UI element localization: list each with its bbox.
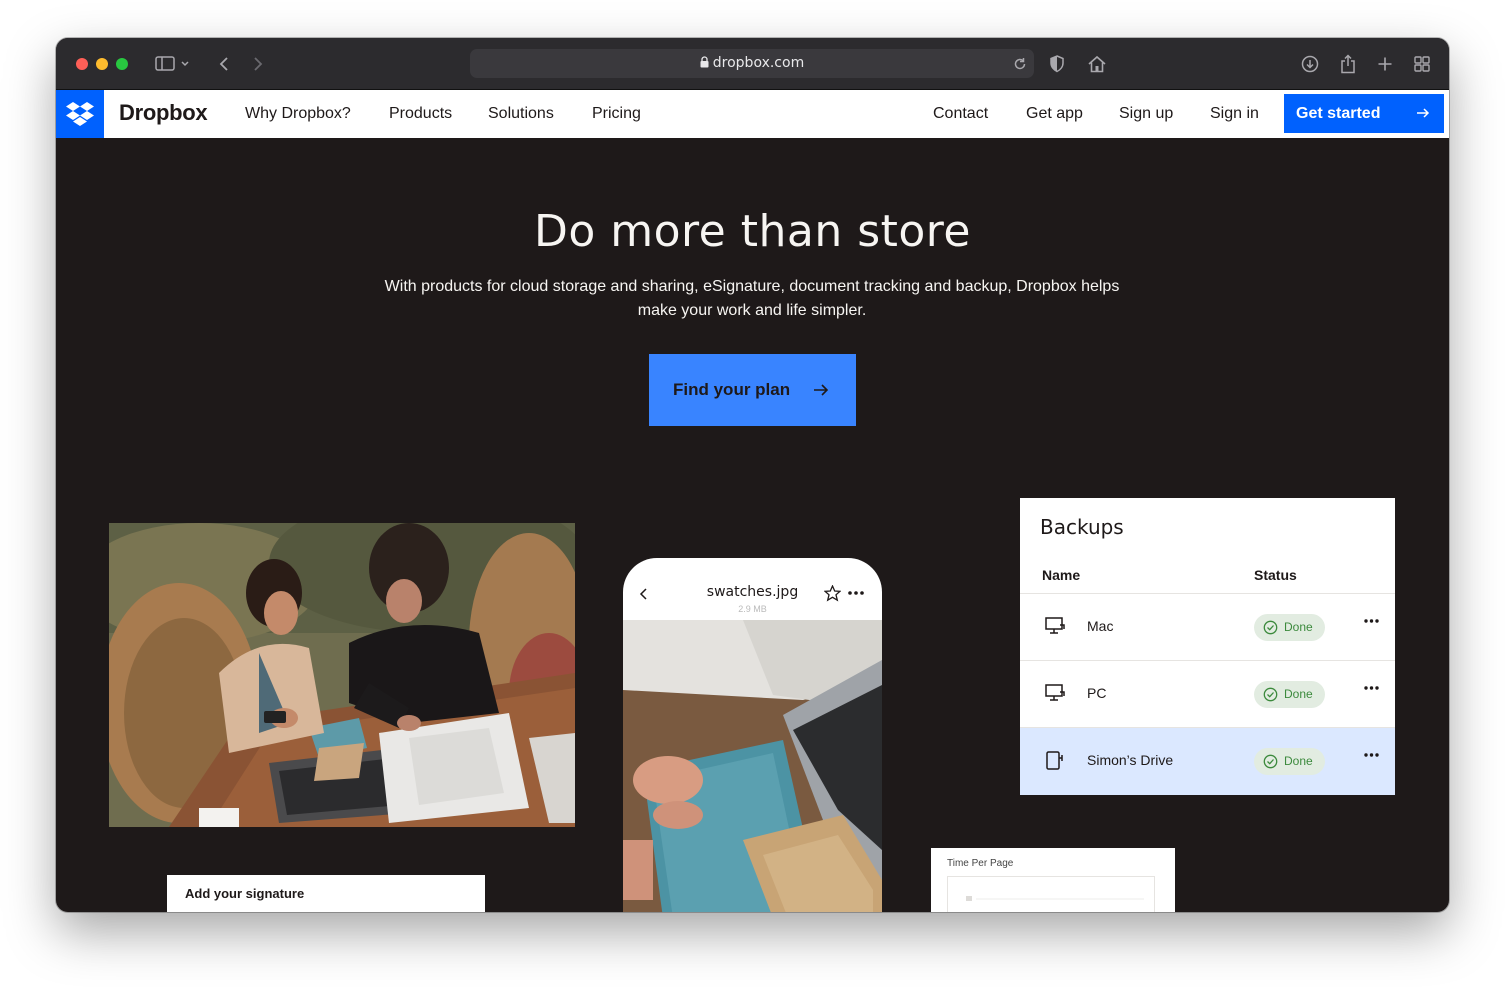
- more-options-icon[interactable]: [1364, 686, 1380, 690]
- check-circle-icon: [1263, 687, 1278, 702]
- backups-title: Backups: [1040, 515, 1124, 539]
- privacy-shield-icon[interactable]: [1045, 52, 1069, 76]
- site-navbar: Dropbox Why Dropbox? Products Solutions …: [56, 90, 1449, 138]
- zoom-window-button[interactable]: [116, 58, 128, 70]
- arrow-right-icon: [1417, 108, 1430, 118]
- minimize-window-button[interactable]: [96, 58, 108, 70]
- nav-link-contact[interactable]: Contact: [933, 90, 988, 138]
- backup-row-pc[interactable]: PC Done: [1020, 660, 1395, 727]
- backup-row-mac[interactable]: Mac Done: [1020, 593, 1395, 660]
- nav-link-sign-up[interactable]: Sign up: [1119, 90, 1173, 138]
- hero-subtitle: With products for cloud storage and shar…: [352, 275, 1152, 323]
- status-badge: Done: [1254, 681, 1325, 708]
- dropbox-logo-icon[interactable]: [56, 90, 104, 138]
- backup-row-simons-drive[interactable]: Simon’s Drive Done: [1020, 727, 1395, 795]
- column-header-status: Status: [1254, 567, 1297, 583]
- nav-link-solutions[interactable]: Solutions: [488, 90, 554, 138]
- column-header-name: Name: [1042, 567, 1081, 583]
- browser-window: dropbox.com Dropbox Why Dropbox? Product…: [56, 38, 1449, 912]
- signature-label: Add your signature: [185, 886, 305, 901]
- collaboration-photo: [109, 523, 575, 827]
- phone-file-preview: swatches.jpg 2.9 MB: [623, 558, 882, 912]
- downloads-icon[interactable]: [1298, 52, 1322, 76]
- reload-icon[interactable]: [1008, 52, 1032, 76]
- time-per-page-card: Time Per Page: [931, 848, 1175, 912]
- brand-wordmark[interactable]: Dropbox: [119, 90, 208, 138]
- desktop-icon: [1045, 617, 1065, 634]
- desktop-icon: [1045, 684, 1065, 701]
- browser-toolbar: dropbox.com: [56, 38, 1449, 90]
- drive-icon: [1046, 751, 1063, 770]
- forward-arrow-icon[interactable]: [246, 52, 270, 76]
- more-options-icon[interactable]: [1364, 753, 1380, 757]
- backups-card: Backups Name Status Mac Done PC Done Sim…: [1020, 498, 1395, 795]
- nav-link-pricing[interactable]: Pricing: [592, 90, 641, 138]
- share-icon[interactable]: [1336, 52, 1360, 76]
- lock-icon: [700, 56, 709, 68]
- star-icon[interactable]: [824, 585, 841, 602]
- nav-link-get-app[interactable]: Get app: [1026, 90, 1083, 138]
- nav-link-sign-in[interactable]: Sign in: [1210, 90, 1259, 138]
- get-started-label: Get started: [1296, 105, 1381, 122]
- url-label: dropbox.com: [712, 55, 805, 71]
- status-label: Done: [1284, 687, 1313, 701]
- nav-link-why-dropbox[interactable]: Why Dropbox?: [245, 90, 351, 138]
- get-started-button[interactable]: Get started: [1284, 94, 1444, 133]
- status-badge: Done: [1254, 614, 1325, 641]
- check-circle-icon: [1263, 754, 1278, 769]
- status-label: Done: [1284, 620, 1313, 634]
- hero-subtitle-line-1: With products for cloud storage and shar…: [384, 278, 1120, 295]
- new-tab-icon[interactable]: [1373, 52, 1397, 76]
- hero-title: Do more than store: [533, 206, 971, 257]
- status-label: Done: [1284, 754, 1313, 768]
- swatches-photo: [623, 620, 882, 912]
- status-badge: Done: [1254, 748, 1325, 775]
- close-window-button[interactable]: [76, 58, 88, 70]
- signature-card[interactable]: Add your signature: [167, 875, 485, 912]
- more-options-icon[interactable]: [1364, 619, 1380, 623]
- home-icon[interactable]: [1085, 52, 1109, 76]
- file-size: 2.9 MB: [738, 604, 767, 614]
- hero-subtitle-line-2: make your work and life simpler.: [637, 302, 867, 319]
- time-per-page-chart: [947, 876, 1155, 912]
- back-arrow-icon[interactable]: [212, 52, 236, 76]
- backup-name: PC: [1087, 685, 1107, 701]
- backup-name: Simon’s Drive: [1087, 752, 1174, 768]
- find-your-plan-label: Find your plan: [673, 380, 791, 399]
- file-name: swatches.jpg: [706, 584, 799, 600]
- backup-name: Mac: [1087, 618, 1114, 634]
- nav-link-products[interactable]: Products: [389, 90, 452, 138]
- check-circle-icon: [1263, 620, 1278, 635]
- more-options-icon[interactable]: [848, 591, 864, 595]
- sidebar-toggle-icon[interactable]: [152, 52, 192, 76]
- time-per-page-label: Time Per Page: [947, 858, 1014, 869]
- find-your-plan-button[interactable]: Find your plan: [649, 354, 856, 426]
- url-text: dropbox.com: [470, 49, 1034, 78]
- tab-overview-icon[interactable]: [1410, 52, 1434, 76]
- arrow-right-icon: [814, 384, 829, 396]
- address-bar[interactable]: dropbox.com: [470, 49, 1034, 78]
